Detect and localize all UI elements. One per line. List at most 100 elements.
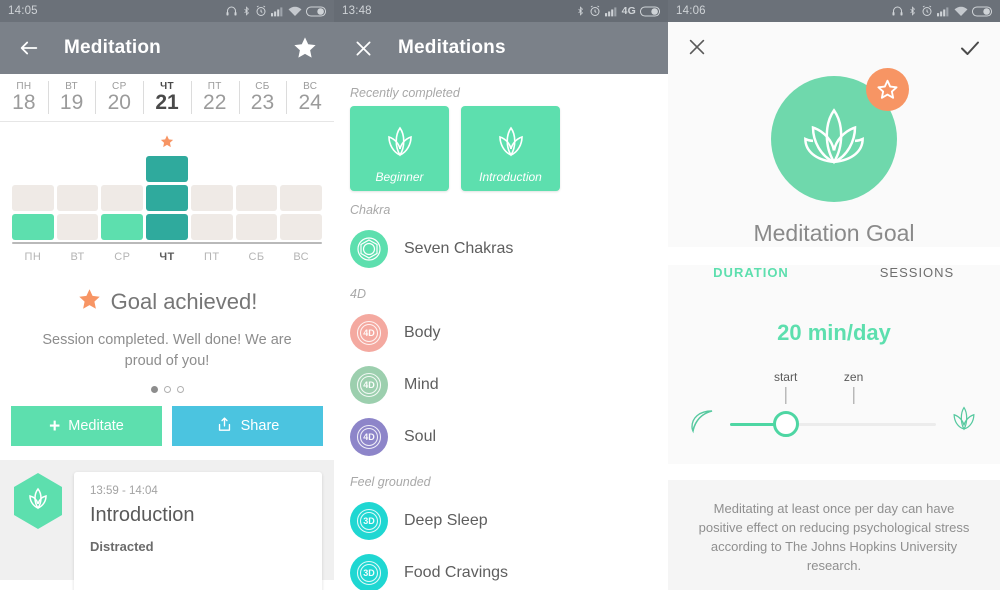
share-button[interactable]: Share	[172, 406, 323, 447]
star-icon[interactable]	[292, 35, 318, 61]
chart-block-filled	[12, 214, 54, 240]
recent-tile-label: Introduction	[479, 170, 542, 184]
wifi-icon	[288, 6, 302, 16]
slider-ticks: start zen	[686, 370, 982, 408]
check-icon[interactable]	[958, 36, 982, 60]
chart-column	[190, 185, 233, 240]
tab-duration[interactable]: DURATION	[668, 265, 834, 294]
goal-footnote: Meditating at least once per day can hav…	[668, 480, 1000, 590]
chart-x-label: ВТ	[70, 251, 85, 263]
chart-bars	[12, 135, 323, 240]
battery-icon	[640, 5, 660, 17]
lotus-outline-icon	[946, 404, 982, 443]
chart-column	[101, 185, 144, 240]
status-bar: 13:48 4G	[334, 0, 668, 22]
action-button-row: + Meditate Share	[0, 393, 334, 447]
alarm-icon	[590, 5, 600, 16]
chart-x-label: СР	[114, 251, 131, 263]
leaf-icon	[686, 404, 720, 443]
week-day-number: 24	[298, 90, 322, 114]
chart-x-label: ПН	[24, 251, 42, 263]
week-day-number: 22	[203, 90, 227, 114]
bluetooth-icon	[910, 6, 915, 16]
chart-block-filled	[146, 214, 188, 240]
screen-meditations-list: 13:48 4G Meditations Recently completed	[334, 0, 668, 590]
week-day-number: 21	[155, 90, 179, 114]
tab-sessions[interactable]: SESSIONS	[834, 265, 1000, 294]
session-card[interactable]: 13:59 - 14:04 Introduction Distracted	[74, 472, 322, 590]
status-time: 14:06	[676, 5, 706, 17]
ring-icon: 4D	[350, 314, 388, 352]
signal-icon	[604, 6, 616, 16]
bluetooth-icon	[577, 6, 583, 16]
meditate-button[interactable]: + Meditate	[11, 406, 162, 447]
slider-tick: start	[774, 370, 797, 404]
week-day-cell[interactable]: ПН 18	[0, 74, 48, 121]
list-item[interactable]: 4D Mind	[334, 359, 668, 411]
goal-tabs: DURATION SESSIONS	[668, 265, 1000, 294]
meditation-list: Chakra Seven Chakras 4D 4D Body 4D Mind 4D Soul F…	[334, 191, 668, 590]
goal-headline: Goal achieved!	[110, 289, 258, 314]
slider-knob[interactable]	[772, 410, 799, 437]
week-day-number: 19	[59, 90, 84, 114]
page-title: Meditations	[398, 37, 506, 58]
ring-icon: 4D	[350, 366, 388, 404]
headphone-icon	[892, 6, 903, 16]
chart-block-empty	[280, 185, 323, 211]
chart-block-filled	[146, 185, 188, 211]
status-time: 13:48	[342, 5, 372, 17]
week-day-cell-selected[interactable]: ЧТ 21	[143, 74, 191, 121]
chart-x-label: ВС	[293, 251, 310, 263]
recent-tile-introduction[interactable]: Introduction	[461, 106, 560, 191]
page-title: Meditation	[64, 37, 161, 58]
list-item[interactable]: 4D Body	[334, 307, 668, 359]
star-icon	[77, 287, 102, 317]
wifi-icon	[954, 6, 968, 16]
star-outline-icon	[866, 68, 909, 111]
week-day-cell[interactable]: СБ 23	[238, 74, 287, 121]
recent-tile-label: Beginner	[375, 170, 424, 184]
list-item[interactable]: 4D Soul	[334, 411, 668, 463]
pager-dot[interactable]	[163, 386, 171, 394]
goal-value: 20 min/day	[668, 294, 1000, 346]
list-item[interactable]: 3D Deep Sleep	[334, 495, 668, 547]
list-item-label: Soul	[404, 428, 437, 445]
chart-column	[280, 185, 323, 240]
week-day-cell[interactable]: ВТ 19	[47, 74, 96, 121]
network-type-label: 4G	[621, 5, 636, 17]
week-day-cell[interactable]: СР 20	[95, 74, 143, 121]
session-time-range: 13:59 - 14:04	[90, 485, 158, 498]
alarm-icon	[922, 5, 932, 16]
back-arrow-icon[interactable]	[16, 35, 42, 61]
badge-label: 3D	[363, 516, 375, 526]
chart-block-filled	[101, 214, 144, 240]
recent-tile-beginner[interactable]: Beginner	[350, 106, 449, 191]
status-icons	[225, 5, 326, 17]
week-day-cell[interactable]: ПТ 22	[190, 74, 239, 121]
share-upload-icon	[216, 416, 233, 437]
week-day-cell[interactable]: ВС 24	[286, 74, 334, 121]
pager-dots[interactable]	[0, 386, 334, 394]
close-icon[interactable]	[686, 36, 710, 60]
lotus-icon	[387, 126, 412, 157]
session-history-area: 13:59 - 14:04 Introduction Distracted	[0, 460, 334, 590]
chart-block-empty	[56, 185, 99, 211]
list-item-label: Seven Chakras	[404, 240, 514, 257]
headphone-icon	[226, 6, 237, 16]
week-strip[interactable]: ПН 18 ВТ 19 СР 20 ЧТ 21 ПТ 22 СБ 23 ВС 24	[0, 74, 334, 122]
chart-x-label: ЧТ	[159, 251, 175, 263]
pager-dot-active[interactable]	[150, 386, 158, 394]
chart-column	[235, 185, 278, 240]
status-bar: 14:05	[0, 0, 334, 22]
list-item-label: Body	[404, 324, 441, 341]
status-icons	[891, 5, 992, 17]
list-item[interactable]: Seven Chakras	[334, 223, 668, 275]
close-icon[interactable]	[350, 35, 376, 61]
app-bar: Meditation	[0, 22, 334, 74]
badge-label: 4D	[363, 328, 375, 338]
pager-dot[interactable]	[176, 386, 184, 394]
weekly-progress-chart: ПН ВТ СР ЧТ ПТ СБ ВС	[0, 122, 334, 263]
week-day-number: 18	[12, 90, 36, 114]
list-item[interactable]: 3D Food Cravings	[334, 547, 668, 590]
duration-slider[interactable]	[730, 410, 936, 437]
